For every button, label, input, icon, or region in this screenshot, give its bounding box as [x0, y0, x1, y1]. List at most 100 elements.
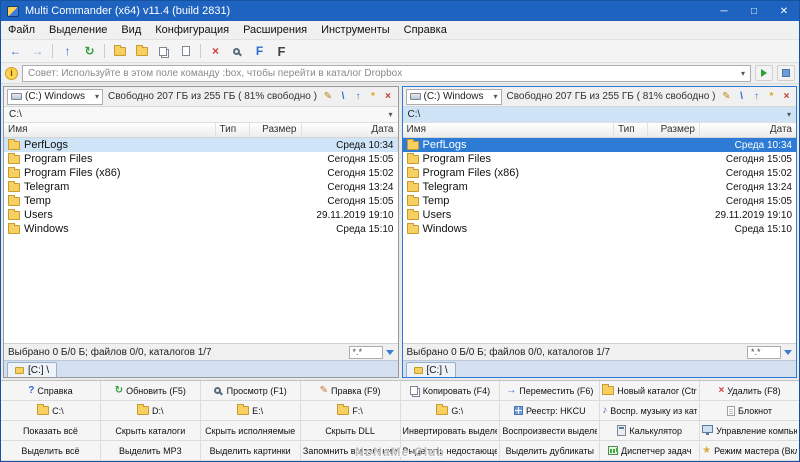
- path-bar[interactable]: C:\: [402, 107, 796, 123]
- grid-button[interactable]: Показать всё: [1, 421, 100, 440]
- grid-button[interactable]: Управление компьютером: [700, 421, 799, 440]
- close-button[interactable]: ✕: [769, 1, 799, 21]
- grid-button[interactable]: Инвертировать выделение: [400, 421, 500, 440]
- grid-button[interactable]: Просмотр (F1): [200, 381, 300, 400]
- file-row[interactable]: Users 29.11.2019 19:10: [4, 208, 398, 222]
- file-row[interactable]: Users 29.11.2019 19:10: [403, 208, 797, 222]
- grid-button[interactable]: Копировать (F4): [400, 381, 500, 400]
- filter-icon[interactable]: [385, 349, 394, 355]
- menu-extensions[interactable]: Расширения: [236, 22, 314, 38]
- menu-help[interactable]: Справка: [397, 22, 454, 38]
- column-header-type[interactable]: Тип: [614, 123, 648, 137]
- file-row[interactable]: Windows Среда 15:10: [403, 222, 797, 236]
- file-row[interactable]: Windows Среда 15:10: [4, 222, 398, 236]
- file-row[interactable]: Temp Сегодня 15:05: [4, 194, 398, 208]
- grid-button[interactable]: E:\: [200, 401, 300, 420]
- grid-button[interactable]: Запомнить выделение: [300, 441, 400, 460]
- grid-button[interactable]: Выделить MP3: [100, 441, 200, 460]
- new-folder-icon[interactable]: [109, 42, 130, 61]
- grid-button[interactable]: Выделить дубликаты: [500, 441, 600, 460]
- grid-button[interactable]: D:\: [100, 401, 200, 420]
- file-row[interactable]: Program Files (x86) Сегодня 15:02: [403, 166, 797, 180]
- panel-tab[interactable]: [C:] \: [7, 362, 58, 377]
- back-icon[interactable]: ←: [5, 42, 26, 61]
- filter-icon[interactable]: [784, 349, 792, 355]
- edit-icon[interactable]: ✎: [322, 91, 335, 102]
- grid-button[interactable]: Выделить картинки: [200, 441, 300, 460]
- file-row[interactable]: PerfLogs Среда 10:34: [402, 138, 796, 152]
- menu-file[interactable]: Файл: [1, 22, 42, 38]
- grid-button[interactable]: Выделить недостающее: [400, 441, 500, 460]
- maximize-button[interactable]: □: [739, 1, 769, 21]
- delete-icon[interactable]: ×: [205, 42, 226, 61]
- drive-selector[interactable]: (C:) Windows: [405, 88, 502, 105]
- menu-view[interactable]: Вид: [114, 22, 148, 38]
- column-header-name[interactable]: Имя: [4, 123, 216, 137]
- history-chevron-icon[interactable]: [388, 109, 392, 120]
- grid-button[interactable]: Скрыть каталоги: [100, 421, 200, 440]
- grid-button[interactable]: C:\: [1, 401, 100, 420]
- grid-button[interactable]: Калькулятор: [600, 421, 700, 440]
- file-row[interactable]: Program Files (x86) Сегодня 15:02: [4, 166, 398, 180]
- column-header-date[interactable]: Дата: [700, 123, 796, 137]
- minimize-button[interactable]: ─: [709, 1, 739, 21]
- panel-tab[interactable]: [C:] \: [405, 362, 456, 377]
- history-chevron-icon[interactable]: [787, 109, 791, 120]
- grid-button[interactable]: Реестр: HKCU: [500, 401, 600, 420]
- root-icon[interactable]: \: [337, 91, 350, 102]
- up-icon[interactable]: ↑: [352, 91, 365, 102]
- refresh-icon[interactable]: ↻: [79, 42, 100, 61]
- grid-button[interactable]: ✎ Правка (F9): [300, 381, 400, 400]
- star-icon[interactable]: *: [765, 91, 778, 102]
- star-icon[interactable]: *: [367, 91, 380, 102]
- folder-up-icon[interactable]: ↑: [57, 42, 78, 61]
- drive-selector[interactable]: (C:) Windows: [7, 88, 103, 105]
- chevron-down-icon[interactable]: [741, 68, 745, 79]
- grid-button[interactable]: Блокнот: [700, 401, 799, 420]
- grid-button[interactable]: ★Режим мастера (Вкл/Выкл): [700, 441, 799, 460]
- grid-button[interactable]: → Переместить (F6): [500, 381, 600, 400]
- column-header-size[interactable]: Размер: [250, 123, 302, 137]
- menu-selection[interactable]: Выделение: [42, 22, 114, 38]
- column-header-name[interactable]: Имя: [403, 123, 614, 137]
- filter-input[interactable]: *.*: [348, 345, 383, 359]
- grid-button[interactable]: Выделить всё: [1, 441, 100, 460]
- column-header-size[interactable]: Размер: [648, 123, 700, 137]
- document-icon[interactable]: [175, 42, 196, 61]
- grid-button[interactable]: Скрыть исполняемые: [200, 421, 300, 440]
- grid-button[interactable]: × Удалить (F8): [700, 381, 799, 400]
- file-row[interactable]: Program Files Сегодня 15:05: [403, 152, 797, 166]
- edit-icon[interactable]: ✎: [720, 91, 733, 102]
- copy-icon[interactable]: [153, 42, 174, 61]
- file-row[interactable]: Temp Сегодня 15:05: [403, 194, 797, 208]
- close-icon[interactable]: ×: [382, 91, 395, 102]
- grid-button[interactable]: G:\: [400, 401, 500, 420]
- column-header-date[interactable]: Дата: [302, 123, 398, 137]
- grid-button[interactable]: ↻ Обновить (F5): [100, 381, 200, 400]
- menu-configuration[interactable]: Конфигурация: [148, 22, 236, 38]
- search-icon[interactable]: [227, 42, 248, 61]
- root-icon[interactable]: \: [735, 91, 748, 102]
- run-command-button[interactable]: [755, 65, 773, 81]
- file-row[interactable]: PerfLogs Среда 10:34: [4, 138, 398, 152]
- command-input[interactable]: Совет: Используйте в этом поле команду :…: [22, 64, 751, 82]
- grid-button[interactable]: F:\: [300, 401, 400, 420]
- grid-button[interactable]: Новый каталог (Ctrl+Shift+Alt+): [600, 381, 700, 400]
- file-row[interactable]: Telegram Сегодня 13:24: [403, 180, 797, 194]
- font-large-icon[interactable]: F: [271, 42, 292, 61]
- grid-button[interactable]: Воспроизвести выделение: [500, 421, 600, 440]
- file-row[interactable]: Telegram Сегодня 13:24: [4, 180, 398, 194]
- column-header-type[interactable]: Тип: [216, 123, 250, 137]
- grid-button[interactable]: Диспетчер задач: [600, 441, 700, 460]
- filter-input[interactable]: *.*: [747, 345, 781, 359]
- close-icon[interactable]: ×: [780, 91, 793, 102]
- grid-button[interactable]: Скрыть DLL: [300, 421, 400, 440]
- font-small-icon[interactable]: F: [249, 42, 270, 61]
- menu-tools[interactable]: Инструменты: [314, 22, 397, 38]
- layout-button[interactable]: [777, 65, 795, 81]
- grid-button[interactable]: ? Справка: [1, 381, 100, 400]
- grid-button[interactable]: ♪Воспр. музыку из каталога: [600, 401, 700, 420]
- forward-icon[interactable]: →: [27, 42, 48, 61]
- path-bar[interactable]: C:\: [4, 107, 398, 123]
- favorites-folder-icon[interactable]: [131, 42, 152, 61]
